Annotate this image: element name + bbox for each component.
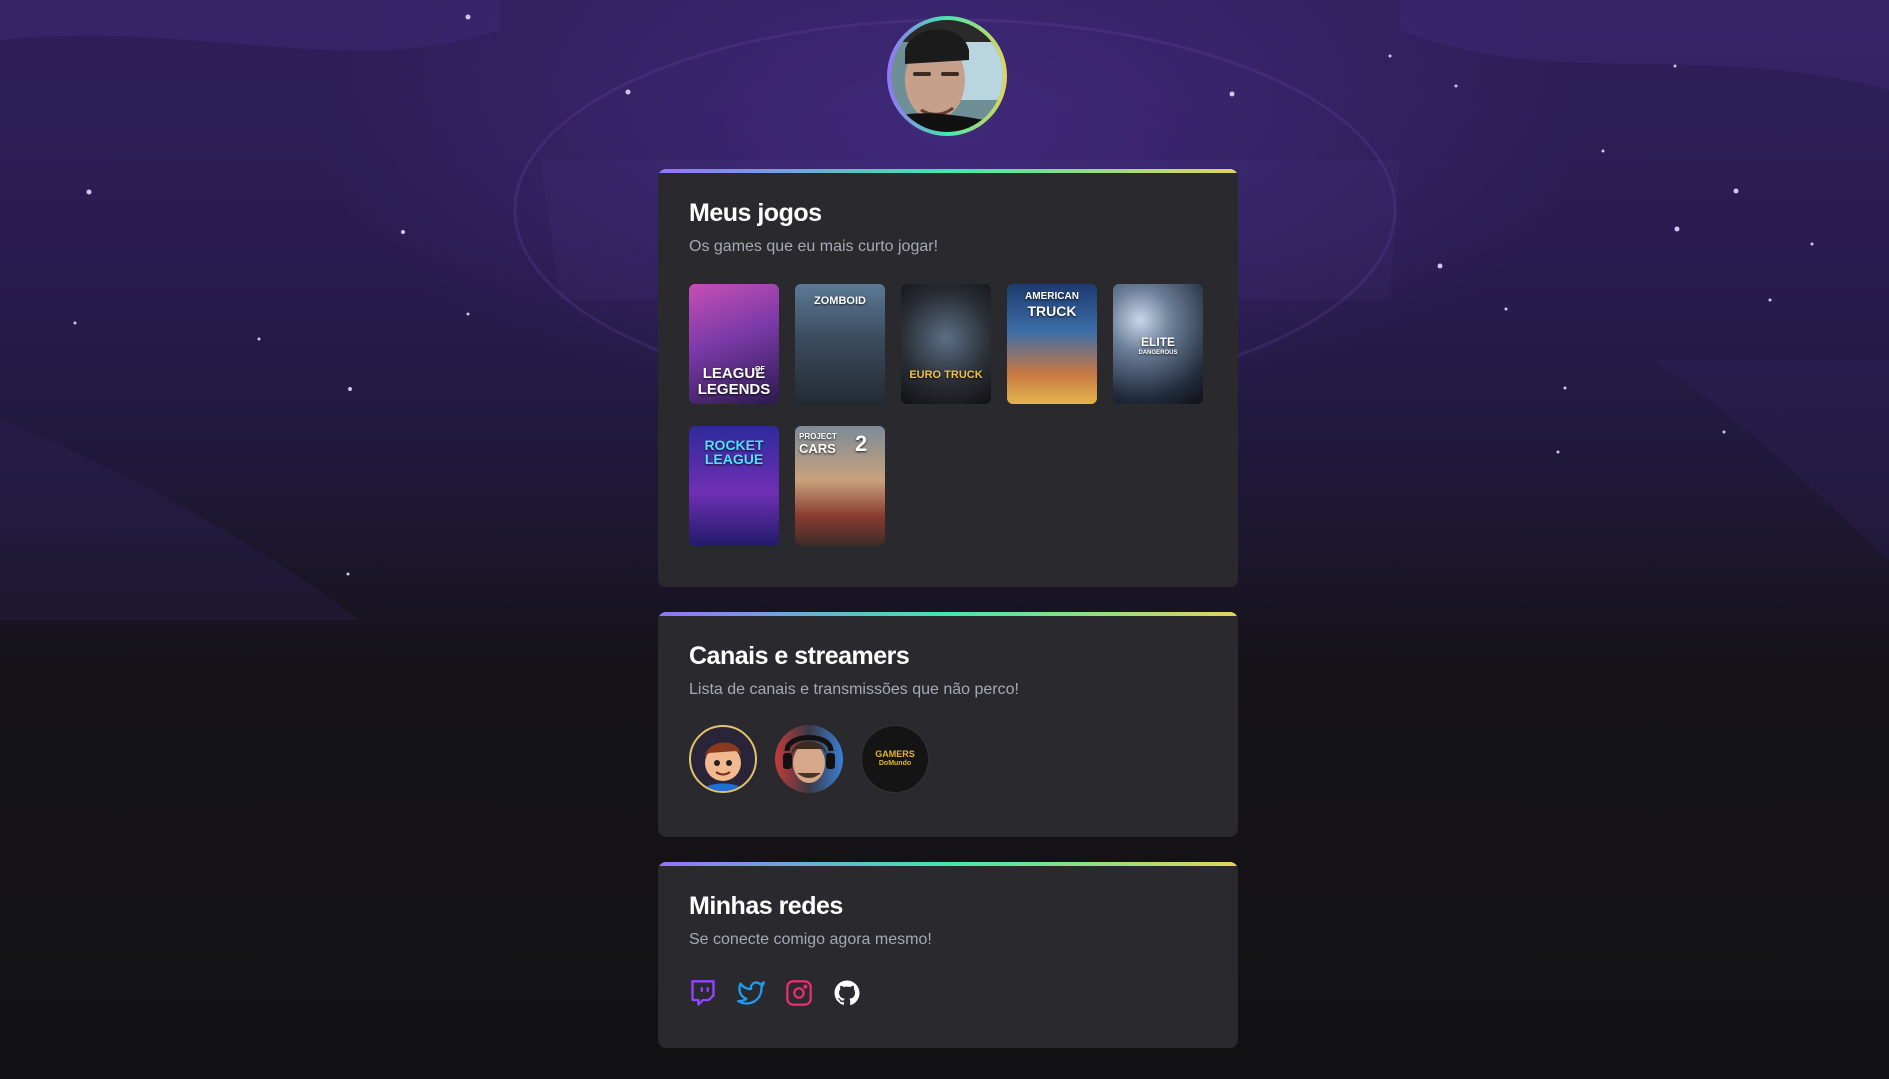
streamer-cartoon-avatar: [701, 742, 745, 791]
github-icon[interactable]: [833, 979, 861, 1007]
streamers-list: GAMERS DoMundo: [689, 725, 1206, 793]
streamers-title: Canais e streamers: [689, 642, 910, 670]
social-links: [689, 979, 1206, 1007]
game-cover-text: LEGENDS: [697, 381, 771, 398]
games-card: Meus jogos Os games que eu mais curto jo…: [658, 169, 1238, 587]
avatar: [891, 20, 1003, 132]
game-rocket-league[interactable]: ROCKET LEAGUE: [689, 426, 779, 546]
game-cover-text: ZOMBOID: [814, 295, 866, 307]
games-grid: LEAGUE OF LEGENDS ZOMBOID EURO TRUCK AME…: [689, 284, 1206, 546]
streamer-photo: [783, 735, 835, 783]
game-project-zomboid[interactable]: ZOMBOID: [795, 284, 885, 404]
profile-avatar: [887, 16, 1007, 136]
instagram-icon[interactable]: [785, 979, 813, 1007]
game-cover-text: ROCKET: [704, 437, 764, 453]
avatar-photo: [891, 20, 1003, 132]
game-cover-text: 2: [855, 431, 868, 456]
streamers-card: Canais e streamers Lista de canais e tra…: [658, 612, 1238, 837]
game-cover-text: TRUCK: [1027, 303, 1077, 319]
twitch-icon[interactable]: [689, 979, 717, 1007]
streamer-logo-text: DoMundo: [878, 760, 912, 767]
streamers-subtitle: Lista de canais e transmissões que não p…: [689, 681, 1019, 698]
social-subtitle: Se conecte comigo agora mesmo!: [689, 931, 932, 948]
game-league-of-legends[interactable]: LEAGUE OF LEGENDS: [689, 284, 779, 404]
game-cover-text: LEAGUE: [704, 451, 764, 467]
game-elite-dangerous[interactable]: ELITE DANGEROUS: [1113, 284, 1203, 404]
game-project-cars-2[interactable]: PROJECT CARS 2: [795, 426, 885, 546]
social-title: Minhas redes: [689, 892, 843, 920]
streamer-avatar-1[interactable]: [689, 725, 757, 793]
game-cover-text: AMERICAN: [1025, 291, 1079, 302]
game-american-truck-simulator[interactable]: AMERICAN TRUCK: [1007, 284, 1097, 404]
game-cover-text: EURO TRUCK: [909, 369, 983, 381]
twitter-icon[interactable]: [737, 979, 765, 1007]
game-cover-text: ELITE: [1140, 335, 1175, 349]
streamer-logo-text: GAMERS: [875, 749, 915, 759]
games-subtitle: Os games que eu mais curto jogar!: [689, 238, 939, 255]
game-euro-truck-simulator-2[interactable]: EURO TRUCK: [901, 284, 991, 404]
game-cover-text: DANGEROUS: [1138, 350, 1178, 356]
streamer-avatar-2[interactable]: [775, 725, 843, 793]
game-cover-text: OF: [755, 366, 765, 373]
streamer-avatar-3[interactable]: GAMERS DoMundo: [861, 725, 929, 793]
social-card: Minhas redes Se conecte comigo agora mes…: [658, 862, 1238, 1048]
games-title: Meus jogos: [689, 199, 822, 227]
